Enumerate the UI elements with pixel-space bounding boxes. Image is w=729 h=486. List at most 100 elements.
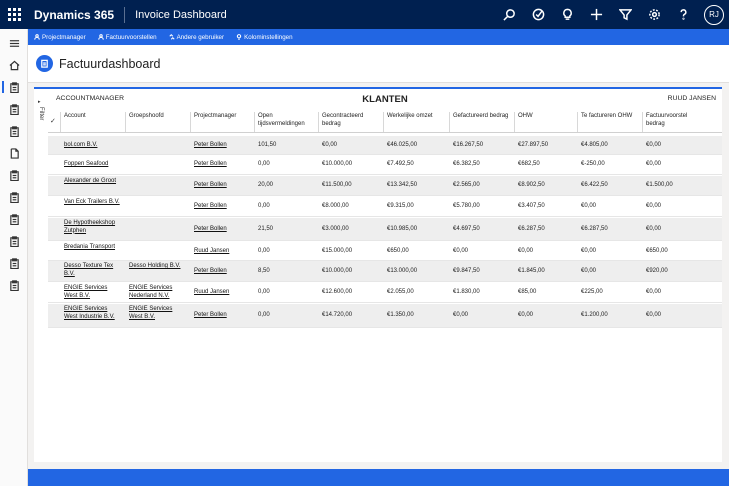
table-row: bol.com B.V. Peter Bollen 101,50 €0,00 €46.0…	[48, 136, 722, 155]
cell-revenue: €650,00	[387, 247, 409, 254]
cell-pm[interactable]: Peter Bollen	[194, 182, 250, 190]
nav-item-4[interactable]	[0, 122, 28, 140]
nav-item-11[interactable]	[0, 276, 28, 294]
cell-ohw: €682,50	[518, 161, 540, 167]
table-row: ENGIE Services West Industrie B.V. ENGIE …	[48, 304, 722, 328]
cmd-label: Kolominstellingen	[244, 33, 293, 41]
report-title: KLANTEN	[362, 94, 408, 105]
clipboard-icon	[9, 125, 19, 137]
new-button[interactable]	[582, 0, 611, 29]
app-launcher-button[interactable]	[0, 0, 28, 29]
cell-revenue: €46.025,00	[387, 141, 418, 148]
cell-pm[interactable]: Peter Bollen	[194, 312, 250, 320]
cell-invoiced: €1.830,00	[453, 289, 480, 295]
clipboard-icon	[9, 213, 19, 225]
cmd-andere-gebruiker[interactable]: Andere gebruiker	[163, 34, 230, 41]
nav-home[interactable]	[0, 56, 28, 74]
cell-pm[interactable]: Peter Bollen	[194, 203, 250, 211]
cell-ohw: €27.897,50	[518, 141, 549, 148]
hamburger-button[interactable]	[0, 34, 28, 52]
table-row: Bredania Transport Ruud Jansen 0,00 €15.000…	[48, 242, 722, 261]
cell-to_invoice: €0,00	[581, 267, 597, 274]
cell-proposal: €0,00	[646, 141, 662, 148]
column-header[interactable]: Groepshoofd	[125, 112, 187, 132]
cell-ohw: €0,00	[518, 312, 534, 318]
nav-item-8[interactable]	[0, 210, 28, 228]
cell-pm[interactable]: Ruud Jansen	[194, 289, 250, 297]
cell-contract: €8.000,00	[322, 203, 349, 209]
cell-account[interactable]: bol.com B.V.	[64, 142, 120, 150]
cmd-kolominstellingen[interactable]: Kolominstellingen	[230, 34, 299, 41]
cell-account[interactable]: ENGIE Services West B.V.	[64, 285, 120, 300]
column-header[interactable]: OHW	[514, 112, 574, 132]
cmd-factuurvoorstellen[interactable]: Factuurvoorstellen	[92, 34, 163, 41]
cell-ohw: €85,00	[518, 289, 537, 295]
cell-to_invoice: €4.805,00	[581, 141, 608, 148]
advanced-filter-button[interactable]	[611, 0, 640, 29]
person-icon	[34, 34, 40, 40]
column-header[interactable]: Gecontracteerd bedrag	[318, 112, 380, 132]
cell-group[interactable]: Desso Holding B.V.	[129, 263, 185, 271]
settings-button[interactable]	[640, 0, 669, 29]
home-icon	[9, 60, 19, 70]
waffle-icon	[7, 8, 21, 21]
cell-group[interactable]: ENGIE Services Nederland N.V.	[129, 285, 185, 300]
filter-icon	[619, 9, 632, 21]
bottom-bar	[28, 469, 729, 486]
column-header[interactable]: Factuurvoorstel bedrag	[642, 112, 707, 132]
clipboard-icon	[9, 257, 19, 269]
cell-invoiced: €6.382,50	[453, 161, 480, 167]
cell-pm[interactable]: Peter Bollen	[194, 226, 250, 234]
nav-item-9[interactable]	[0, 232, 28, 250]
help-button[interactable]	[669, 0, 698, 29]
cell-to_invoice: €-250,00	[581, 161, 605, 167]
cell-account[interactable]: Van Eck Trailers B.V.	[64, 199, 120, 207]
cell-pm[interactable]: Peter Bollen	[194, 142, 250, 150]
filter-pane-toggle[interactable]: ▸ Filter	[34, 89, 46, 159]
cmd-label: Andere gebruiker	[176, 33, 225, 41]
app-area-title[interactable]: Invoice Dashboard	[135, 9, 227, 21]
cell-pm[interactable]: Peter Bollen	[194, 161, 250, 169]
user-avatar[interactable]: RJ	[704, 4, 724, 25]
column-header[interactable]: Open tijdsvermeldingen	[254, 112, 316, 132]
cell-to_invoice: €0,00	[581, 203, 597, 209]
nav-item-6[interactable]	[0, 166, 28, 184]
help-icon	[680, 9, 687, 20]
bulb-icon	[236, 34, 242, 40]
nav-item-3[interactable]	[0, 100, 28, 118]
cell-account[interactable]: De Hypotheekshop Zutphen	[64, 220, 120, 235]
top-bar: Dynamics 365 Invoice Dashboard RJ	[0, 0, 729, 29]
cell-account[interactable]: Alexander de Groot	[64, 178, 120, 186]
column-header[interactable]: Werkelijke omzet	[383, 112, 446, 132]
column-header[interactable]: Te factureren OHW	[577, 112, 639, 132]
column-header[interactable]: Projectmanager	[190, 112, 252, 132]
cell-invoiced: €0,00	[453, 312, 469, 318]
cell-pm[interactable]: Ruud Jansen	[194, 248, 250, 256]
cell-pm[interactable]: Peter Bollen	[194, 268, 250, 276]
cell-account[interactable]: ENGIE Services West Industrie B.V.	[64, 306, 120, 321]
cell-proposal: €0,00	[646, 161, 662, 167]
cmd-projectmanager[interactable]: Projectmanager	[28, 34, 92, 41]
column-header[interactable]: Account	[60, 112, 122, 132]
search-button[interactable]	[495, 0, 524, 29]
cell-account[interactable]: Foppen Seafood	[64, 161, 120, 169]
search-icon	[503, 9, 515, 21]
clipboard-icon	[9, 103, 19, 115]
nav-dashboard[interactable]	[0, 78, 28, 96]
app-name[interactable]: Dynamics 365	[34, 6, 126, 23]
command-bar: Projectmanager Factuurvoorstellen Andere…	[28, 29, 729, 45]
ideas-button[interactable]	[553, 0, 582, 29]
nav-item-5[interactable]	[0, 144, 28, 162]
nav-item-7[interactable]	[0, 188, 28, 206]
clipboard-icon	[9, 235, 19, 247]
clipboard-icon	[41, 59, 48, 68]
check-icon[interactable]: ✓	[50, 117, 56, 125]
cell-revenue: €7.492,50	[387, 161, 414, 167]
task-button[interactable]	[524, 0, 553, 29]
cell-account[interactable]: Desso Texture Tex B.V.	[64, 263, 120, 278]
cell-group[interactable]: ENGIE Services West B.V.	[129, 306, 185, 321]
cell-account[interactable]: Bredania Transport	[64, 244, 120, 252]
column-header[interactable]: Gefactureerd bedrag	[449, 112, 511, 132]
person-icon	[97, 34, 104, 40]
nav-item-10[interactable]	[0, 254, 28, 272]
